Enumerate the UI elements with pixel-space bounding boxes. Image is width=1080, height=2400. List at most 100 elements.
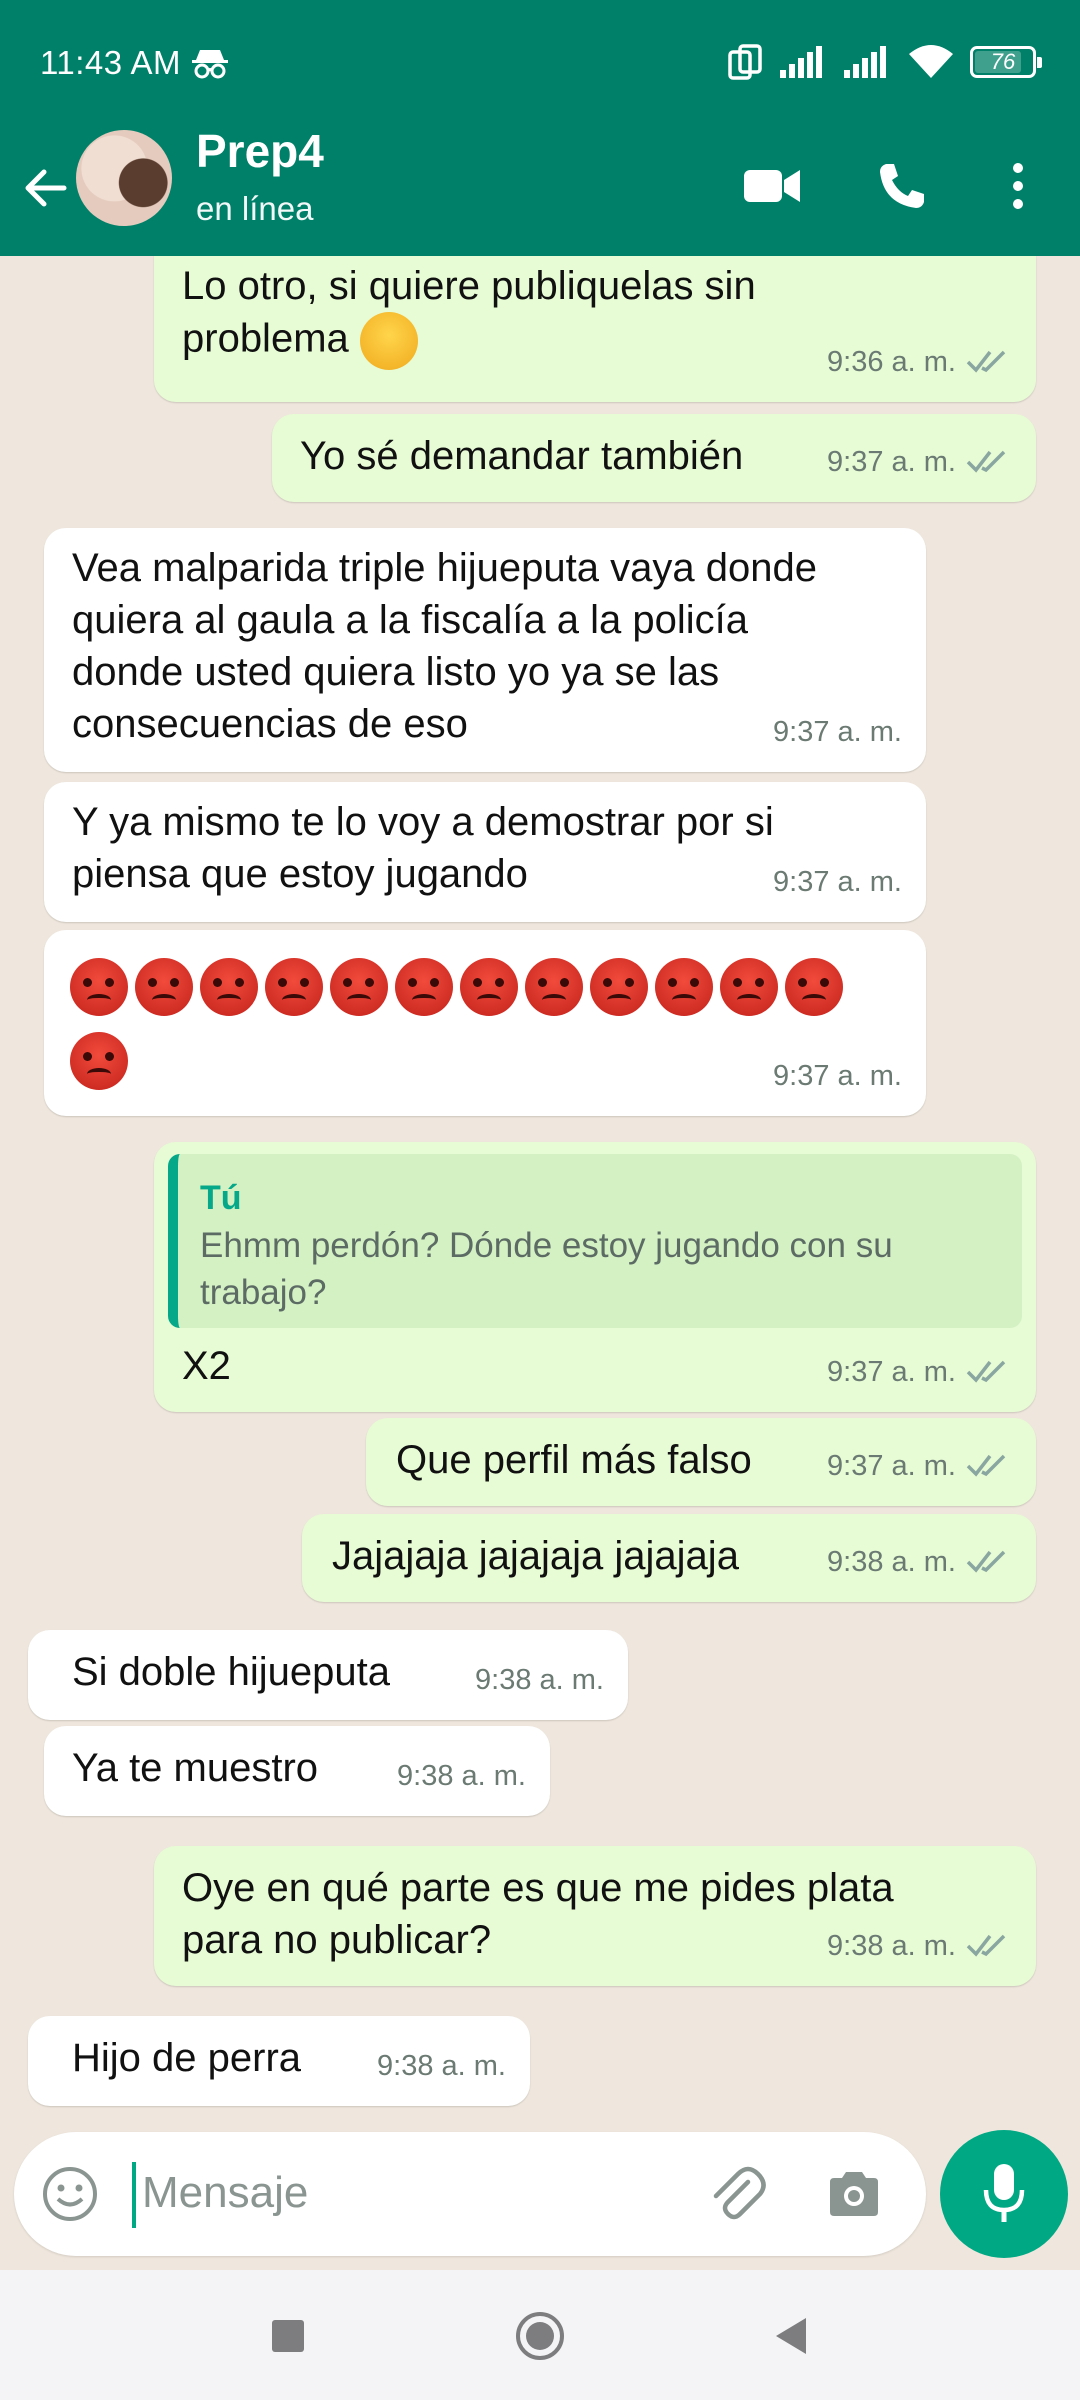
message-time: 9:38 a. m. [475, 1664, 604, 1696]
message-bubble-outgoing[interactable]: Yo sé demandar también 9:37 a. m. [272, 414, 1036, 502]
message-meta: 9:38 a. m. [397, 1750, 526, 1802]
quoted-line: Ehmm perdón? Dónde estoy jugando con su [200, 1226, 893, 1265]
quoted-line: trabajo? [200, 1273, 327, 1312]
status-icons: 76 [726, 40, 1042, 84]
status-bar: 11:43 AM 76 [0, 0, 1080, 130]
more-vert-icon [1013, 163, 1023, 209]
message-line: donde usted quiera listo yo ya se las [72, 650, 720, 694]
message-meta: 9:36 a. m. [827, 336, 1012, 388]
message-text: Que perfil más falso [396, 1438, 752, 1482]
message-text: Si doble hijueputa [72, 1650, 391, 1694]
message-bubble-incoming[interactable]: Y ya mismo te lo voy a demostrar por si … [44, 782, 926, 922]
contact-status: en línea [196, 190, 314, 227]
angry-face-emoji [655, 958, 713, 1017]
read-ticks-icon [966, 1360, 1006, 1383]
quoted-text: Ehmm perdón? Dónde estoy jugando con su … [200, 1222, 893, 1316]
chat-area[interactable]: Lo otro, si quiere publiquelas sin probl… [0, 256, 1080, 2126]
read-ticks-icon [966, 450, 1006, 473]
message-meta: 9:38 a. m. [827, 1920, 1012, 1972]
angry-face-emoji [70, 958, 128, 1017]
message-line: piensa que estoy jugando [72, 852, 528, 896]
voice-call-button[interactable] [870, 154, 934, 218]
message-text: Lo otro, si quiere publiquelas sin probl… [182, 260, 756, 370]
message-bubble-outgoing[interactable]: Oye en qué parte es que me pides plata p… [154, 1846, 1036, 1986]
angry-face-emoji [525, 958, 583, 1017]
read-ticks-icon [966, 1454, 1006, 1477]
message-line: Vea malparida triple hijueputa vaya dond… [72, 546, 817, 590]
battery-icon: 76 [970, 46, 1042, 78]
angry-face-emoji [265, 958, 323, 1017]
system-nav-bar [0, 2270, 1080, 2400]
message-time: 9:38 a. m. [397, 1760, 526, 1792]
message-time: 9:37 a. m. [827, 1356, 956, 1388]
message-meta: 9:37 a. m. [827, 1346, 1012, 1398]
message-text: Yo sé demandar también [300, 434, 744, 478]
read-ticks-icon [966, 1934, 1006, 1957]
angry-face-emoji [785, 958, 843, 1017]
message-meta: 9:38 a. m. [827, 1536, 1012, 1588]
video-call-button[interactable] [740, 154, 804, 218]
message-time: 9:37 a. m. [827, 446, 956, 478]
chat-header: Prep4 en línea [0, 125, 1080, 256]
message-meta: 9:37 a. m. [773, 856, 902, 908]
read-ticks-icon [966, 350, 1006, 373]
message-bubble-incoming[interactable]: Si doble hijueputa 9:38 a. m. [28, 1630, 628, 1720]
message-time: 9:36 a. m. [827, 346, 956, 378]
message-bubble-outgoing[interactable]: Que perfil más falso 9:37 a. m. [366, 1418, 1036, 1506]
angry-face-emoji [395, 958, 453, 1017]
phone-icon [880, 164, 924, 208]
avatar[interactable] [76, 130, 172, 226]
signal-icon [780, 46, 822, 78]
message-bubble-incoming[interactable]: Vea malparida triple hijueputa vaya dond… [44, 528, 926, 772]
message-bubble-incoming[interactable]: 9:37 a. m. [44, 930, 926, 1116]
angry-face-emoji [720, 958, 778, 1017]
quoted-author: Tú [200, 1179, 242, 1217]
message-bubble-incoming[interactable]: Hijo de perra 9:38 a. m. [28, 2016, 530, 2106]
message-meta: 9:37 a. m. [827, 1440, 1012, 1492]
text-caret [132, 2162, 136, 2228]
attach-icon[interactable] [704, 2162, 768, 2226]
back-nav-icon[interactable] [766, 2310, 818, 2362]
message-bubble-outgoing[interactable]: Jajajaja jajajaja jajajaja 9:38 a. m. [302, 1514, 1036, 1602]
angry-face-emoji [135, 958, 193, 1017]
back-arrow-icon[interactable] [18, 160, 74, 216]
recents-icon[interactable] [262, 2310, 314, 2362]
message-time: 9:37 a. m. [773, 866, 902, 898]
emoji-icon[interactable] [40, 2164, 100, 2224]
message-input[interactable]: Mensaje [142, 2168, 308, 2218]
smirking-face-emoji [359, 312, 418, 370]
message-text: Y ya mismo te lo voy a demostrar por si … [72, 796, 774, 900]
message-line: Oye en qué parte es que me pides plata [182, 1866, 894, 1910]
message-time: 9:37 a. m. [773, 716, 902, 748]
quoted-message[interactable]: Tú Ehmm perdón? Dónde estoy jugando con … [168, 1154, 1022, 1328]
message-bubble-outgoing[interactable]: Lo otro, si quiere publiquelas sin probl… [154, 256, 1036, 402]
wifi-icon [909, 45, 953, 78]
message-time: 9:37 a. m. [827, 1450, 956, 1482]
read-ticks-icon [966, 1550, 1006, 1573]
message-time: 9:37 a. m. [773, 1060, 902, 1092]
message-line: problema [182, 316, 349, 361]
message-composer[interactable]: Mensaje [14, 2132, 926, 2256]
message-text: X2 [182, 1344, 231, 1388]
angry-face-emoji [460, 958, 518, 1017]
signal-icon-2 [844, 46, 886, 78]
home-icon[interactable] [514, 2310, 566, 2362]
message-line: quiera al gaula a la fiscalía a la polic… [72, 598, 748, 642]
message-meta: 9:37 a. m. [773, 706, 902, 758]
message-line: consecuencias de eso [72, 702, 468, 746]
angry-face-emoji [70, 1032, 128, 1091]
message-line: Y ya mismo te lo voy a demostrar por si [72, 800, 774, 844]
contact-name[interactable]: Prep4 [196, 124, 324, 178]
message-bubble-incoming[interactable]: Ya te muestro 9:38 a. m. [44, 1726, 550, 1816]
message-text: Oye en qué parte es que me pides plata p… [182, 1862, 894, 1966]
more-options-button[interactable] [988, 154, 1048, 218]
message-meta: 9:38 a. m. [377, 2040, 506, 2092]
message-time: 9:38 a. m. [377, 2050, 506, 2082]
mic-button[interactable] [940, 2130, 1068, 2258]
message-text: Hijo de perra [72, 2036, 302, 2080]
message-meta: 9:37 a. m. [773, 1050, 902, 1102]
message-meta: 9:38 a. m. [475, 1654, 604, 1706]
message-time: 9:38 a. m. [827, 1930, 956, 1962]
message-bubble-outgoing[interactable]: Tú Ehmm perdón? Dónde estoy jugando con … [154, 1142, 1036, 1412]
camera-icon[interactable] [824, 2164, 884, 2224]
